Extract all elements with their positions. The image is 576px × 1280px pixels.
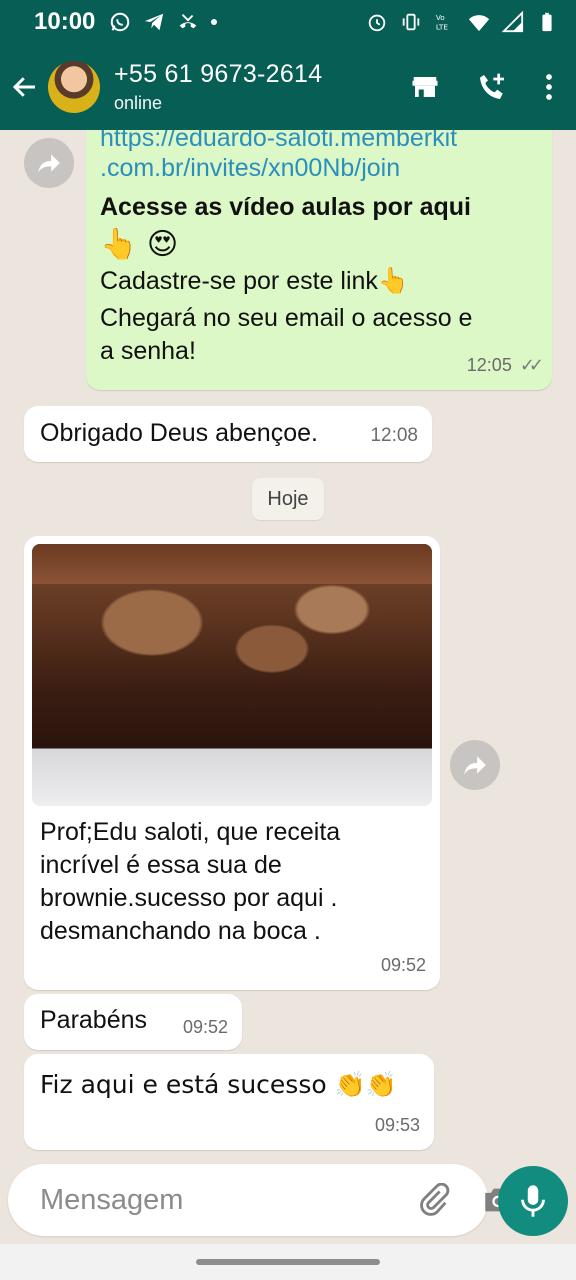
chat-header: +55 61 9673-2614 online (0, 44, 576, 130)
message-meta: 09:53 (375, 1109, 420, 1142)
message-bubble-incoming[interactable]: Fiz aqui e está sucesso 👏👏 09:53 (24, 1054, 434, 1150)
svg-text:Vo: Vo (436, 13, 445, 22)
notification-icons (109, 11, 218, 33)
mic-button[interactable] (498, 1166, 568, 1236)
signal-icon (502, 11, 524, 33)
battery-icon (542, 12, 552, 32)
contact-status: online (114, 93, 163, 113)
message-time: 09:52 (182, 1017, 228, 1037)
message-meta: 12:08 (370, 419, 418, 452)
message-bubble-outgoing[interactable]: https://eduardo-saloti.memberkit .com.br… (86, 130, 552, 390)
chat-messages[interactable]: https://eduardo-saloti.memberkit .com.br… (0, 130, 576, 1158)
message-text: Cadastre-se por este link👆 (100, 267, 410, 295)
message-time: 12:08 (370, 425, 418, 446)
message-text-bold: Acesse as vídeo aulas por aqui (100, 193, 471, 221)
message-input[interactable] (40, 1183, 417, 1217)
add-call-icon[interactable] (476, 71, 508, 103)
message-text: Parabéns (40, 1006, 148, 1034)
message-link[interactable]: .com.br/invites/xn00Nb/join (100, 152, 536, 185)
wifi-icon (468, 15, 490, 32)
message-time: 09:52 (380, 955, 426, 975)
vibrate-icon (402, 13, 420, 31)
date-chip: Hoje (252, 478, 324, 520)
message-meta: 09:52 (183, 1011, 228, 1044)
message-meta: 09:52 (381, 949, 426, 982)
store-icon[interactable] (410, 72, 440, 102)
message-time: 09:53 (374, 1115, 420, 1135)
whatsapp-icon (111, 12, 130, 32)
home-gesture-pill[interactable] (196, 1259, 380, 1265)
forward-button[interactable] (450, 740, 500, 790)
forward-icon (464, 756, 486, 775)
missed-call-icon (180, 14, 197, 29)
dot-icon (211, 19, 218, 25)
status-bar: 10:00 Vo LTE (0, 0, 576, 44)
back-arrow-icon[interactable] (10, 72, 40, 102)
photo-top-crust (32, 544, 432, 584)
message-time: 12:05 (466, 355, 512, 375)
more-vert-icon[interactable] (544, 72, 554, 102)
message-bubble-incoming-photo[interactable]: Prof;Edu saloti, que receita incrível é … (24, 536, 440, 990)
mic-icon (521, 1185, 545, 1217)
contact-info[interactable]: +55 61 9673-2614 online (114, 60, 322, 114)
message-text: Fiz aqui e está sucesso 👏👏 (40, 1070, 397, 1099)
message-text: desmanchando na boca . (40, 917, 321, 945)
message-bubble-incoming[interactable]: Parabéns 09:52 (24, 994, 242, 1050)
telegram-icon (145, 13, 164, 31)
message-link[interactable]: https://eduardo-saloti.memberkit (100, 130, 536, 152)
system-icons: Vo LTE (366, 11, 558, 33)
message-photo[interactable] (32, 544, 432, 806)
system-nav-bar (0, 1244, 576, 1280)
avatar[interactable] (48, 61, 100, 113)
status-time: 10:00 (34, 8, 96, 35)
volte-icon: VoLTE (436, 13, 449, 31)
message-text: incrível é essa sua de (40, 851, 282, 879)
forward-button[interactable] (24, 138, 74, 188)
message-emoji: 👆 😍 (100, 227, 179, 262)
message-text: Obrigado Deus abençoe. (40, 419, 318, 447)
svg-text:LTE: LTE (436, 22, 449, 31)
message-composer (8, 1164, 511, 1236)
message-text: brownie.sucesso por aqui . (40, 884, 338, 912)
message-text: Prof;Edu saloti, que receita (40, 818, 341, 846)
alarm-icon (368, 14, 386, 32)
read-ticks-icon: ✓✓ (519, 355, 544, 375)
contact-name: +55 61 9673-2614 (114, 60, 323, 88)
message-text: Chegará no seu email o acesso e (100, 304, 473, 332)
attach-icon[interactable] (417, 1183, 451, 1217)
forward-icon (38, 154, 60, 173)
message-meta: 12:05 ✓✓ (466, 349, 544, 382)
message-bubble-incoming[interactable]: Obrigado Deus abençoe. 12:08 (24, 406, 432, 462)
